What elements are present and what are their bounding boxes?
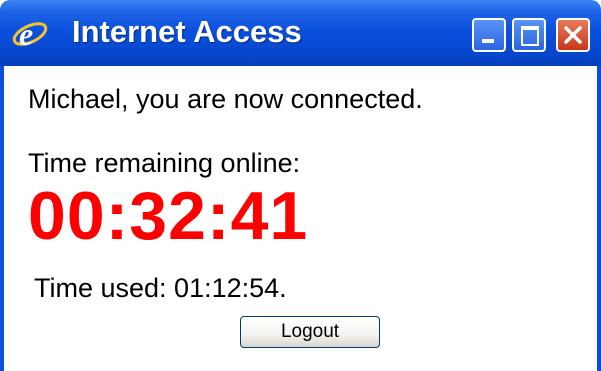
close-icon[interactable]: [556, 18, 590, 52]
maximize-icon[interactable]: [512, 18, 546, 52]
title-bar[interactable]: e Internet Access: [0, 0, 601, 66]
time-remaining-value: 00:32:41: [28, 178, 309, 254]
connected-message: Michael, you are now connected.: [28, 84, 423, 114]
logout-button[interactable]: Logout: [240, 316, 380, 348]
window-title: Internet Access: [72, 14, 302, 49]
time-remaining-label: Time remaining online:: [28, 148, 301, 178]
time-used-text: Time used: 01:12:54.: [34, 273, 287, 303]
internet-explorer-icon: e: [10, 14, 50, 52]
svg-text:e: e: [19, 16, 33, 52]
internet-access-window: e Internet Access Michael, you are now c…: [0, 0, 601, 371]
window-content: Michael, you are now connected. Time rem…: [4, 66, 597, 371]
minimize-icon[interactable]: [472, 18, 506, 52]
window-frame-right: [597, 66, 601, 371]
